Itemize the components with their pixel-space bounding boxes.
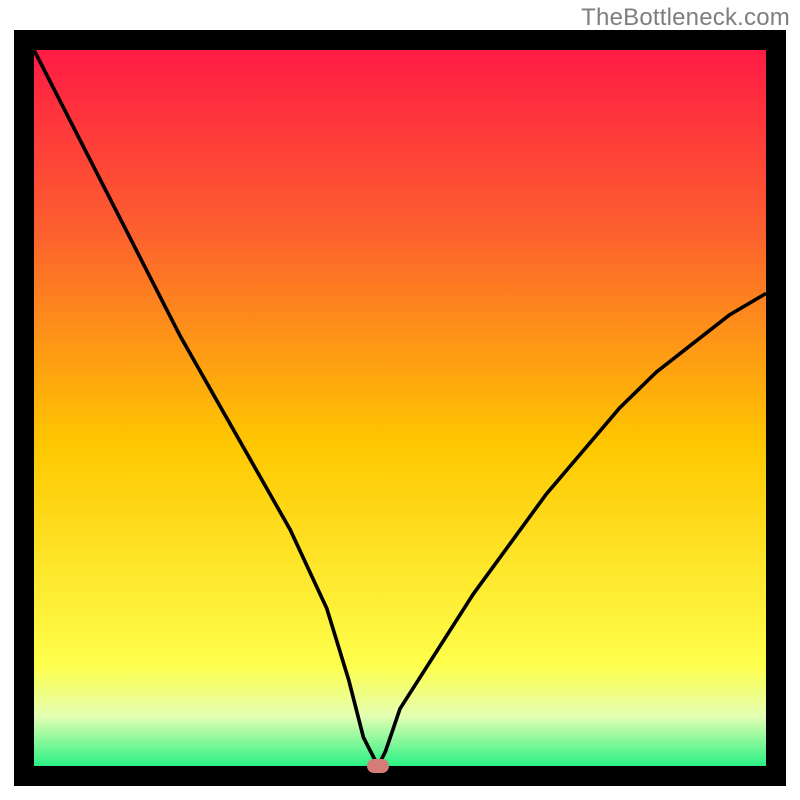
optimum-marker [367, 759, 389, 773]
background-gradient [34, 50, 766, 766]
chart-plot-area [14, 30, 786, 786]
chart-frame: TheBottleneck.com [0, 0, 800, 800]
gradient-rect [34, 50, 766, 766]
plot-inner [34, 50, 766, 766]
watermark-text: TheBottleneck.com [581, 4, 790, 32]
